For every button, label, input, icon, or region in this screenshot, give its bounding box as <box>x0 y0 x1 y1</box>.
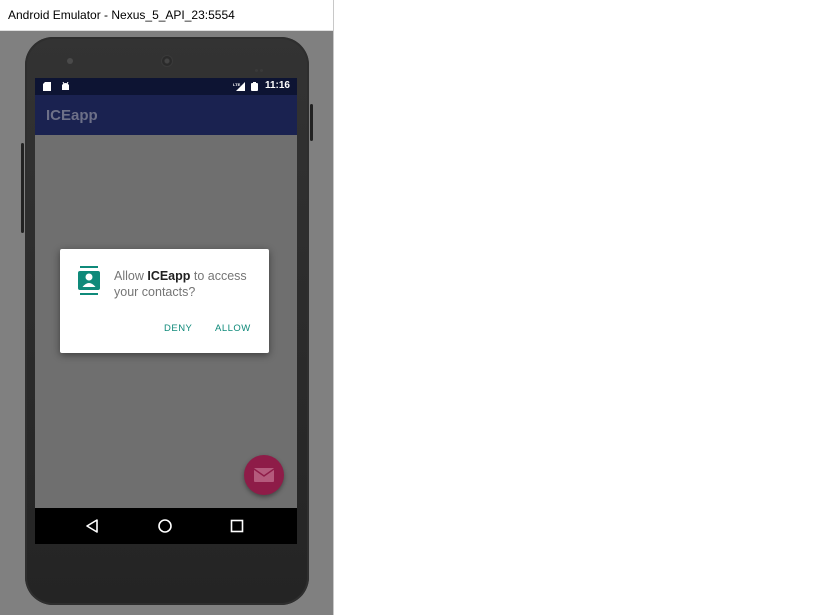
back-icon <box>86 519 98 533</box>
phone-screen: LTE 11:16 ICEapp Allow ICEapp to access … <box>35 78 297 544</box>
window-titlebar[interactable]: Android Emulator - Nexus_5_API_23:5554 <box>0 0 333 31</box>
home-icon <box>158 519 172 533</box>
battery-icon <box>251 82 258 91</box>
proximity-sensor <box>255 59 265 72</box>
android-debug-icon <box>62 82 69 90</box>
app-title: ICEapp <box>46 107 98 124</box>
allow-button[interactable]: ALLOW <box>215 323 251 334</box>
back-button[interactable] <box>82 516 102 536</box>
earpiece-speaker <box>161 55 173 67</box>
phone-side-button-left <box>21 143 24 233</box>
deny-button[interactable]: DENY <box>164 323 192 334</box>
status-bar: LTE 11:16 <box>35 78 297 95</box>
dialog-message: Allow ICEapp to access your contacts? <box>114 268 264 300</box>
sd-card-icon <box>43 82 51 91</box>
dialog-message-prefix: Allow <box>114 269 148 283</box>
permission-dialog: Allow ICEapp to access your contacts? DE… <box>60 249 269 353</box>
email-fab-button[interactable] <box>244 455 284 495</box>
emulator-window: Android Emulator - Nexus_5_API_23:5554 L… <box>0 0 334 615</box>
front-camera-icon <box>67 58 73 64</box>
email-icon <box>254 468 274 482</box>
window-title: Android Emulator - Nexus_5_API_23:5554 <box>8 8 235 22</box>
phone-side-button-right <box>310 104 313 141</box>
navigation-bar <box>35 508 297 544</box>
signal-lte-icon: LTE <box>233 82 245 91</box>
svg-text:LTE: LTE <box>233 82 241 87</box>
home-button[interactable] <box>155 516 175 536</box>
contacts-icon <box>78 266 100 295</box>
recents-icon <box>230 519 244 533</box>
recents-button[interactable] <box>227 516 247 536</box>
status-time: 11:16 <box>264 80 290 91</box>
dialog-app-name: ICEapp <box>147 269 191 283</box>
app-toolbar: ICEapp <box>35 95 297 135</box>
